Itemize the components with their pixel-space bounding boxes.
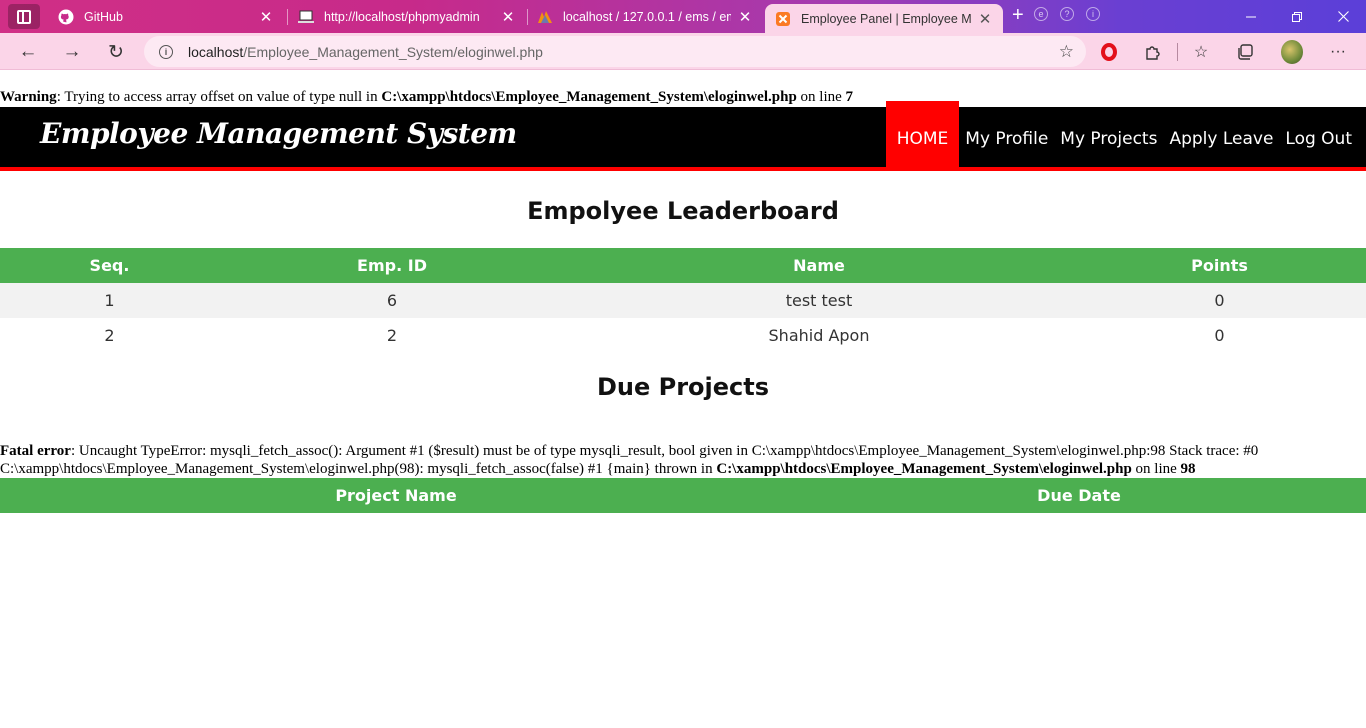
tab-actions-menu-button[interactable] [8,4,40,29]
restore-button[interactable] [1274,0,1320,33]
cell-points: 0 [1214,326,1225,345]
warning-file: C:\xampp\htdocs\Employee_Management_Syst… [381,89,797,105]
tab-phpmyadmin-url[interactable]: http://localhost/phpmyadmin ✕ [288,2,526,31]
extension-overlay: e ? i [1034,7,1100,21]
close-icon[interactable]: ✕ [977,10,993,28]
close-icon[interactable]: ✕ [258,8,274,26]
close-icon[interactable]: ✕ [737,8,753,26]
arrow-right-icon: → [62,41,82,62]
info-icon[interactable]: i [159,44,173,59]
address-path: /Employee_Management_System/eloginwel.ph… [243,43,543,60]
favorites-icon: ☆ [1193,44,1209,61]
leaderboard-table: Seq. Emp. ID Name Points 1 6 test test 0… [0,248,1366,353]
cell-name: Shahid Apon [768,326,870,345]
address-bar[interactable]: i localhost/Employee_Management_System/e… [144,36,1086,67]
address-url[interactable]: localhost/Employee_Management_System/elo… [188,44,543,60]
settings-menu-button[interactable]: ··· [1327,41,1349,63]
fatal-line-prefix: on line [1131,461,1181,477]
close-icon [1337,11,1349,22]
leaderboard-title: Empolyee Leaderboard [527,197,839,225]
cell-seq: 1 [0,283,219,318]
warning-line-prefix: on line [796,89,846,105]
close-icon[interactable]: ✕ [500,8,516,26]
warning-message: : Trying to access array offset on value… [56,89,382,105]
collections-button[interactable] [1234,41,1256,63]
cell-seq: 2 [104,326,115,345]
toolbar-divider [1177,43,1178,61]
restore-icon [1292,11,1302,22]
favorites-button[interactable]: ☆ [1190,41,1212,63]
tab-title: GitHub [84,9,123,24]
site-header: Employee Management System HOME My Profi… [0,101,1366,171]
minimize-button[interactable] [1228,0,1274,33]
address-host: localhost [188,43,244,60]
puzzle-icon [1146,46,1160,60]
due-projects-title: Due Projects [596,373,770,401]
cell-emp-id: 2 [386,326,398,345]
column-header-emp-id: Emp. ID [219,248,565,283]
table-row: 1 6 test test 0 [0,283,1366,318]
tab-title: localhost / 127.0.0.1 / ems / emp [563,9,731,24]
tab-actions-icon [17,9,31,24]
nav-apply-leave[interactable]: Apply Leave [1163,101,1279,171]
more-icon: ··· [1330,43,1346,60]
tab-employee-panel[interactable]: Employee Panel | Employee Ma ✕ [765,4,1003,33]
info-icon: i [1086,7,1100,21]
avatar [1281,40,1303,64]
column-header-seq: Seq. [0,248,219,283]
reload-icon: ↻ [108,41,124,63]
add-favorite-icon[interactable]: ☆ [1059,42,1074,62]
tab-github[interactable]: GitHub ✕ [48,2,284,31]
fatal-file: C:\xampp\htdocs\Employee_Management_Syst… [716,461,1132,477]
minimize-icon [1246,16,1256,17]
site-nav: HOME My Profile My Projects Apply Leave … [885,101,1358,171]
laptop-icon [298,9,314,25]
arrow-left-icon: ← [18,41,38,62]
table-row: 2 2 Shahid Apon 0 [0,318,1366,353]
back-button[interactable]: ← [15,39,41,65]
column-header-project-name: Project Name [0,478,792,513]
reload-button[interactable]: ↻ [103,39,129,65]
nav-my-projects[interactable]: My Projects [1054,101,1163,171]
github-icon [58,9,74,25]
new-tab-button[interactable]: + [1012,5,1024,25]
collections-icon [1238,44,1253,60]
fatal-line: 98 [1180,461,1196,477]
table-header-row: Project Name Due Date [0,478,1366,513]
phpmyadmin-icon [537,9,553,25]
tab-phpmyadmin-db[interactable]: localhost / 127.0.0.1 / ems / emp ✕ [527,2,763,31]
cell-name: test test [565,283,1073,318]
tab-title: http://localhost/phpmyadmin [324,9,480,24]
due-projects-table: Project Name Due Date [0,478,1366,513]
column-header-name: Name [565,248,1073,283]
forward-button[interactable]: → [59,39,85,65]
close-window-button[interactable] [1320,0,1366,33]
table-header-row: Seq. Emp. ID Name Points [0,248,1366,283]
edge-icon: e [1034,7,1048,21]
nav-home[interactable]: HOME [885,101,960,171]
nav-log-out[interactable]: Log Out [1279,101,1358,171]
cell-emp-id: 6 [219,283,565,318]
php-warning: Warning: Trying to access array offset o… [0,89,853,106]
column-header-points: Points [1073,248,1366,283]
profile-button[interactable] [1281,40,1303,64]
tab-title: Employee Panel | Employee Ma [801,11,971,26]
xampp-icon [775,11,791,27]
cell-points: 0 [1073,283,1366,318]
php-fatal-error: Fatal error: Uncaught TypeError: mysqli_… [0,442,1366,478]
browser-toolbar: ← → ↻ i localhost/Employee_Management_Sy… [0,33,1366,70]
opera-extension-button[interactable] [1098,41,1120,63]
warning-label: Warning [0,89,57,105]
nav-my-profile[interactable]: My Profile [959,101,1054,171]
column-header-due-date: Due Date [792,478,1366,513]
browser-title-bar: GitHub ✕ http://localhost/phpmyadmin ✕ l… [0,0,1366,33]
opera-icon [1101,43,1117,61]
site-logo[interactable]: Employee Management System [40,117,517,150]
help-icon: ? [1060,7,1074,21]
extensions-button[interactable] [1142,41,1164,63]
fatal-label: Fatal error [0,443,71,459]
warning-line: 7 [845,89,854,105]
